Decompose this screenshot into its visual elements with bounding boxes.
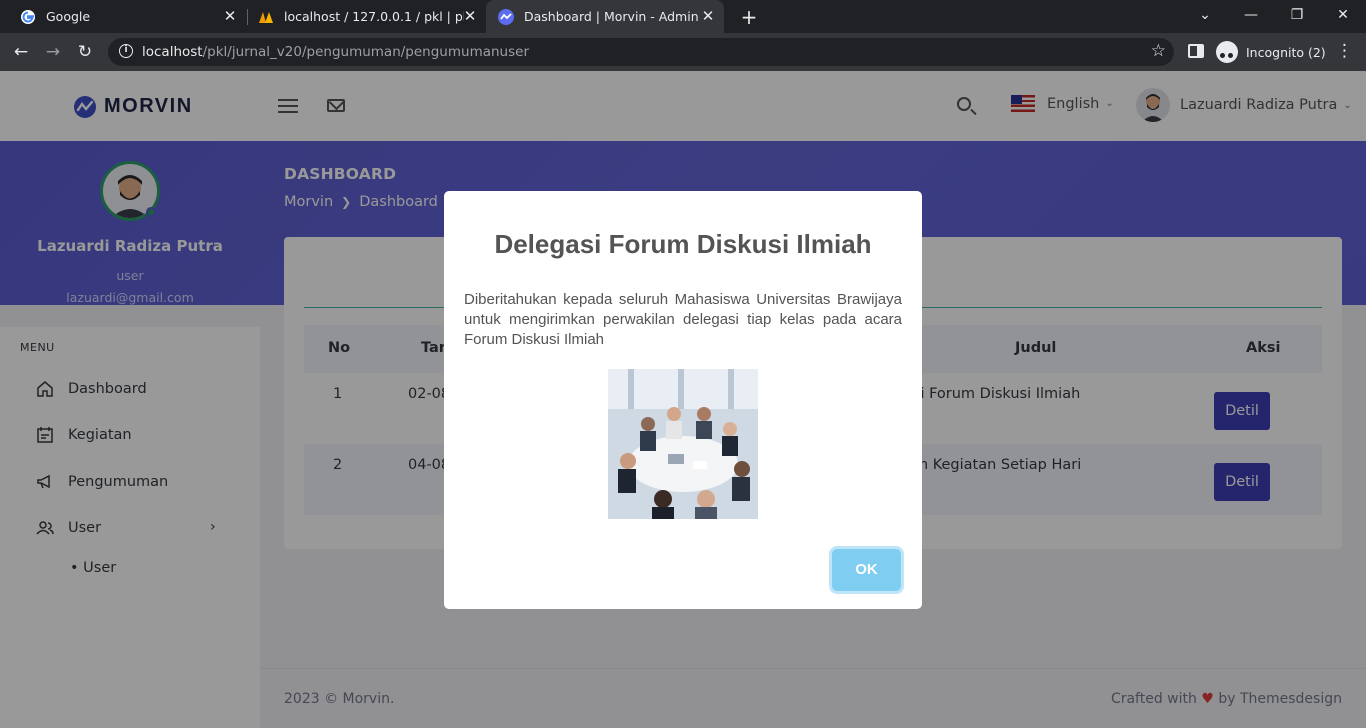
- modal-body: Diberitahukan kepada seluruh Mahasiswa U…: [464, 291, 902, 348]
- close-tab-icon[interactable]: ✕: [700, 8, 716, 24]
- modal-title: Delegasi Forum Diskusi Ilmiah: [494, 229, 872, 259]
- close-tab-icon[interactable]: ✕: [462, 8, 478, 24]
- forward-icon[interactable]: →: [42, 41, 64, 63]
- close-window-icon[interactable]: ✕: [1320, 0, 1366, 33]
- browser-tab-phpmyadmin[interactable]: localhost / 127.0.0.1 / pkl | phpMyAdmin…: [248, 0, 486, 33]
- tab-title: localhost / 127.0.0.1 / pkl | phpMyAdmin: [284, 9, 464, 24]
- bookmark-star-icon[interactable]: ☆: [1151, 41, 1166, 61]
- tab-title: Google: [46, 9, 91, 24]
- close-tab-icon[interactable]: ✕: [222, 8, 238, 24]
- morvin-favicon: [498, 8, 514, 25]
- site-info-icon[interactable]: i: [119, 44, 133, 58]
- incognito-profile[interactable]: Incognito (2): [1216, 39, 1326, 65]
- browser-menu-icon[interactable]: ⋮: [1336, 41, 1353, 61]
- url-text[interactable]: localhost/pkl/jurnal_v20/pengumuman/peng…: [142, 44, 529, 60]
- announcement-modal: Delegasi Forum Diskusi Ilmiah Diberitahu…: [444, 191, 922, 609]
- incognito-icon: [1216, 41, 1238, 63]
- tab-search-chevron-icon[interactable]: ⌄: [1182, 0, 1228, 33]
- browser-tab-dashboard[interactable]: Dashboard | Morvin - Admin & Dashboard ✕: [486, 0, 724, 33]
- back-icon[interactable]: ←: [10, 41, 32, 63]
- google-favicon: [20, 9, 36, 25]
- browser-tab-google[interactable]: Google ✕: [8, 0, 246, 33]
- side-panel-icon[interactable]: [1188, 44, 1204, 58]
- restore-icon[interactable]: ❐: [1274, 0, 1320, 33]
- address-bar[interactable]: i localhost/pkl/jurnal_v20/pengumuman/pe…: [108, 38, 1174, 66]
- browser-tabbar: Google ✕ localhost / 127.0.0.1 / pkl | p…: [0, 0, 1366, 33]
- minimize-icon[interactable]: —: [1228, 0, 1274, 33]
- ok-button[interactable]: OK: [832, 549, 901, 591]
- phpmyadmin-favicon: [258, 9, 274, 25]
- new-tab-icon[interactable]: +: [738, 5, 760, 29]
- profile-label: Incognito (2): [1246, 44, 1326, 60]
- meeting-photo: [608, 369, 758, 519]
- tab-title: Dashboard | Morvin - Admin & Dashboard: [524, 9, 700, 24]
- reload-icon[interactable]: ↻: [74, 41, 96, 63]
- browser-toolbar: ← → ↻ i localhost/pkl/jurnal_v20/pengumu…: [0, 33, 1366, 71]
